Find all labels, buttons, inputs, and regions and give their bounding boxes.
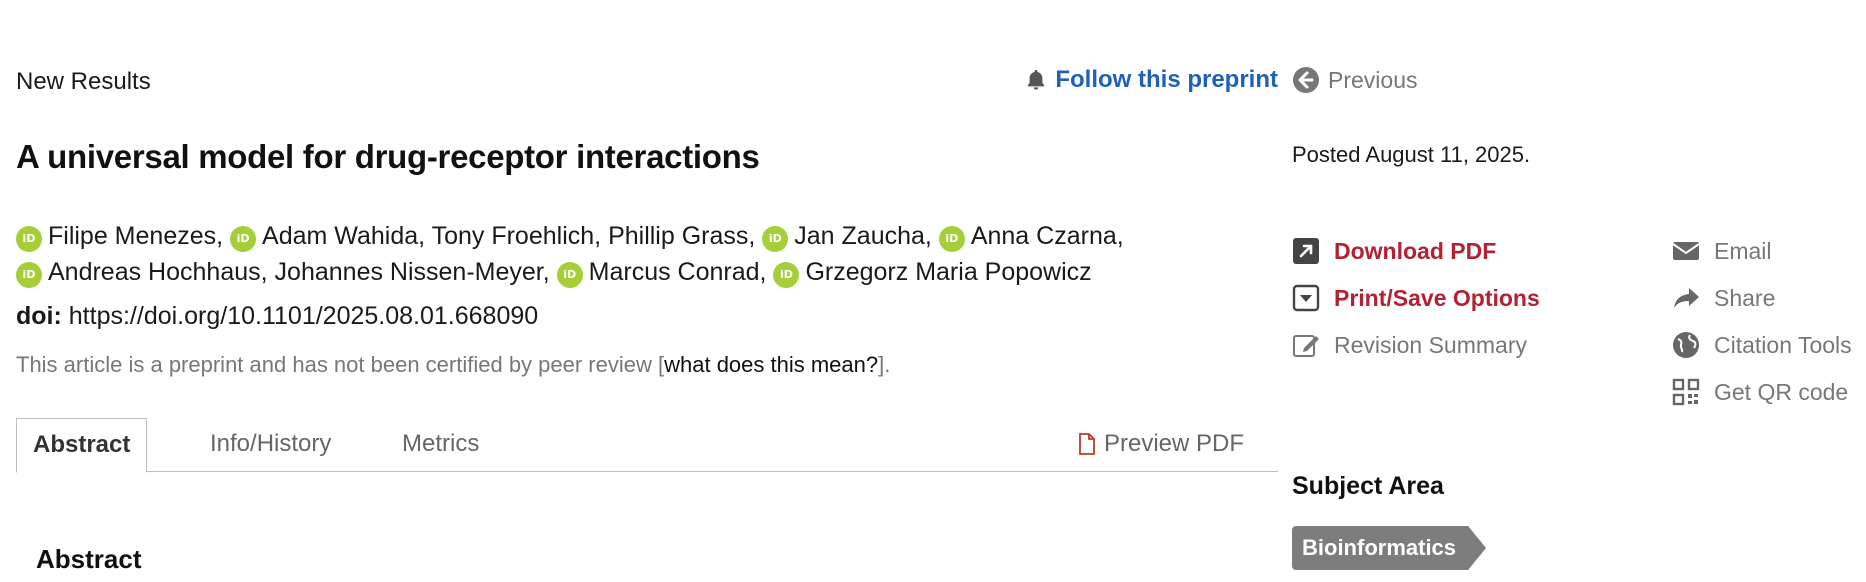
posted-date: Posted August 11, 2025.	[1292, 142, 1531, 167]
author-name[interactable]: Phillip Grass,	[608, 222, 755, 250]
preview-pdf-button[interactable]: Preview PDF	[1078, 418, 1244, 470]
qr-code-icon	[1672, 378, 1700, 406]
print-save-options-button[interactable]: Print/Save Options	[1292, 284, 1540, 312]
author-name[interactable]: Jan Zaucha,	[794, 222, 932, 250]
what-does-this-mean-link[interactable]: what does this mean?	[664, 352, 878, 377]
article-tabs: Abstract Info/History Metrics Preview PD…	[16, 418, 1278, 473]
doi-value[interactable]: https://doi.org/10.1101/2025.08.01.66809…	[69, 302, 538, 330]
orcid-icon[interactable]: iD	[16, 262, 42, 288]
follow-preprint-link[interactable]: Follow this preprint	[1025, 66, 1278, 94]
print-save-label: Print/Save Options	[1334, 284, 1540, 311]
tab-abstract[interactable]: Abstract	[16, 418, 148, 473]
orcid-icon[interactable]: iD	[938, 226, 965, 252]
get-qr-code-link[interactable]: Get QR code	[1672, 378, 1848, 406]
author-name[interactable]: Marcus Conrad,	[589, 258, 767, 286]
edit-icon	[1293, 335, 1319, 357]
author[interactable]: Tony Froehlich,	[432, 222, 602, 250]
email-link[interactable]: Email	[1672, 237, 1772, 265]
doi-line: doi: https://doi.org/10.1101/2025.08.01.…	[16, 302, 538, 331]
author[interactable]: iD Jan Zaucha,	[762, 222, 932, 252]
author-name[interactable]: Anna Czarna,	[971, 222, 1124, 250]
author[interactable]: Phillip Grass,	[608, 222, 755, 250]
section-label: New Results	[16, 68, 151, 95]
disclaimer-end: ].	[878, 352, 891, 377]
orcid-icon[interactable]: iD	[230, 226, 257, 252]
author-name[interactable]: Tony Froehlich,	[432, 222, 602, 250]
article-title: A universal model for drug-receptor inte…	[16, 138, 760, 175]
author[interactable]: iD Anna Czarna,	[938, 222, 1124, 252]
author-list: iD Filipe Menezes, iD Adam Wahida, Tony Fr…	[16, 218, 1156, 290]
revision-summary-link[interactable]: Revision Summary	[1292, 331, 1527, 359]
previous-link[interactable]: Previous	[1292, 66, 1417, 94]
author[interactable]: Johannes Nissen-Meyer,	[275, 258, 550, 286]
download-pdf-button[interactable]: Download PDF	[1292, 237, 1496, 265]
bell-icon	[1028, 69, 1045, 90]
orcid-icon[interactable]: iD	[16, 226, 42, 252]
author[interactable]: iD Grzegorz Maria Popowicz	[773, 258, 1092, 288]
doi-label: doi:	[16, 302, 62, 330]
author-name[interactable]: Andreas Hochhaus,	[48, 258, 268, 286]
author-name[interactable]: Adam Wahida,	[262, 222, 425, 250]
revision-summary-label: Revision Summary	[1334, 331, 1527, 358]
disclaimer-text: This article is a preprint and has not b…	[16, 352, 665, 377]
orcid-icon[interactable]: iD	[556, 262, 583, 288]
subject-area-heading: Subject Area	[1292, 472, 1444, 500]
arrow-left-circle-icon	[1293, 67, 1319, 93]
download-pdf-label: Download PDF	[1334, 237, 1497, 264]
tab-metrics[interactable]: Metrics	[386, 418, 495, 472]
follow-label: Follow this preprint	[1055, 66, 1278, 93]
print-save-icon	[1292, 284, 1320, 312]
author[interactable]: iD Filipe Menezes,	[16, 222, 223, 252]
tab-info-history[interactable]: Info/History	[194, 418, 347, 472]
orcid-icon[interactable]: iD	[773, 262, 800, 288]
share-icon	[1674, 288, 1699, 308]
pdf-file-icon	[1079, 433, 1095, 455]
email-label: Email	[1714, 237, 1772, 264]
author-name[interactable]: Grzegorz Maria Popowicz	[805, 258, 1091, 286]
orcid-icon[interactable]: iD	[762, 226, 789, 252]
author[interactable]: iD Marcus Conrad,	[556, 258, 767, 288]
citation-tools-link[interactable]: Citation Tools	[1672, 331, 1852, 359]
author-name[interactable]: Johannes Nissen-Meyer,	[275, 258, 550, 286]
citation-tools-label: Citation Tools	[1714, 331, 1852, 358]
previous-label: Previous	[1328, 66, 1418, 93]
author[interactable]: iD Andreas Hochhaus,	[16, 258, 268, 288]
preview-pdf-label: Preview PDF	[1103, 430, 1244, 457]
author[interactable]: iD Adam Wahida,	[230, 222, 425, 252]
author-name[interactable]: Filipe Menezes,	[48, 222, 223, 250]
share-label: Share	[1714, 284, 1776, 311]
external-link-icon	[1293, 238, 1319, 264]
envelope-icon	[1672, 242, 1700, 260]
share-link[interactable]: Share	[1672, 284, 1775, 312]
subject-tag-bioinformatics[interactable]: Bioinformatics	[1292, 526, 1486, 570]
get-qr-code-label: Get QR code	[1714, 378, 1849, 405]
globe-icon	[1673, 332, 1699, 358]
peer-review-disclaimer: This article is a preprint and has not b…	[16, 352, 890, 378]
abstract-heading: Abstract	[36, 544, 142, 574]
